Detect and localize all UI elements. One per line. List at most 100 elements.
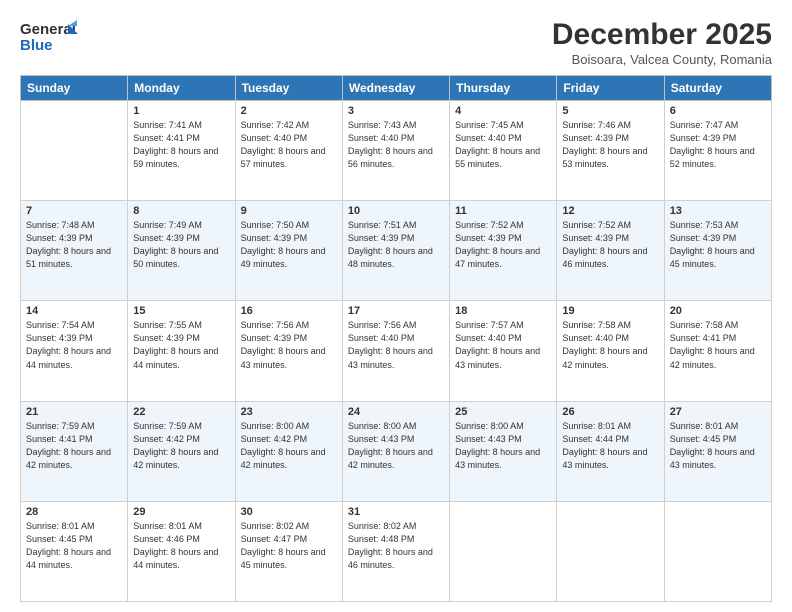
day-cell: 14 Sunrise: 7:54 AM Sunset: 4:39 PM Dayli… [21,301,128,401]
cell-info: Sunrise: 7:42 AM Sunset: 4:40 PM Dayligh… [241,119,337,171]
day-number: 24 [348,406,444,418]
day-number: 28 [26,506,122,518]
cell-info: Sunrise: 7:41 AM Sunset: 4:41 PM Dayligh… [133,119,229,171]
day-cell: 31 Sunrise: 8:02 AM Sunset: 4:48 PM Dayli… [342,501,449,601]
day-cell: 23 Sunrise: 8:00 AM Sunset: 4:42 PM Dayli… [235,401,342,501]
day-cell: 19 Sunrise: 7:58 AM Sunset: 4:40 PM Dayli… [557,301,664,401]
cell-info: Sunrise: 8:02 AM Sunset: 4:47 PM Dayligh… [241,520,337,572]
week-row-4: 21 Sunrise: 7:59 AM Sunset: 4:41 PM Dayli… [21,401,772,501]
svg-text:Blue: Blue [20,37,53,54]
cell-info: Sunrise: 7:48 AM Sunset: 4:39 PM Dayligh… [26,219,122,271]
day-cell: 11 Sunrise: 7:52 AM Sunset: 4:39 PM Dayli… [450,201,557,301]
day-number: 23 [241,406,337,418]
day-number: 18 [455,305,551,317]
cell-info: Sunrise: 7:47 AM Sunset: 4:39 PM Dayligh… [670,119,766,171]
cell-info: Sunrise: 8:02 AM Sunset: 4:48 PM Dayligh… [348,520,444,572]
logo-svg: GeneralBlue [20,18,80,54]
day-number: 6 [670,105,766,117]
day-cell: 30 Sunrise: 8:02 AM Sunset: 4:47 PM Dayli… [235,501,342,601]
cell-info: Sunrise: 7:46 AM Sunset: 4:39 PM Dayligh… [562,119,658,171]
cell-info: Sunrise: 7:56 AM Sunset: 4:40 PM Dayligh… [348,319,444,371]
day-cell [664,501,771,601]
day-number: 12 [562,205,658,217]
day-cell: 28 Sunrise: 8:01 AM Sunset: 4:45 PM Dayli… [21,501,128,601]
cell-info: Sunrise: 7:43 AM Sunset: 4:40 PM Dayligh… [348,119,444,171]
cell-info: Sunrise: 7:54 AM Sunset: 4:39 PM Dayligh… [26,319,122,371]
header-cell-wednesday: Wednesday [342,76,449,101]
day-number: 14 [26,305,122,317]
header: GeneralBlue December 2025 Boisoara, Valc… [20,18,772,67]
cell-info: Sunrise: 7:49 AM Sunset: 4:39 PM Dayligh… [133,219,229,271]
day-cell: 8Sunrise: 7:49 AM Sunset: 4:39 PM Daylig… [128,201,235,301]
header-cell-monday: Monday [128,76,235,101]
cell-info: Sunrise: 7:53 AM Sunset: 4:39 PM Dayligh… [670,219,766,271]
cell-info: Sunrise: 7:58 AM Sunset: 4:40 PM Dayligh… [562,319,658,371]
header-cell-saturday: Saturday [664,76,771,101]
day-number: 22 [133,406,229,418]
cell-info: Sunrise: 7:59 AM Sunset: 4:42 PM Dayligh… [133,420,229,472]
day-cell: 5Sunrise: 7:46 AM Sunset: 4:39 PM Daylig… [557,101,664,201]
day-number: 25 [455,406,551,418]
week-row-5: 28 Sunrise: 8:01 AM Sunset: 4:45 PM Dayli… [21,501,772,601]
calendar-table: SundayMondayTuesdayWednesdayThursdayFrid… [20,75,772,602]
day-cell: 20 Sunrise: 7:58 AM Sunset: 4:41 PM Dayli… [664,301,771,401]
day-number: 27 [670,406,766,418]
cell-info: Sunrise: 8:01 AM Sunset: 4:45 PM Dayligh… [670,420,766,472]
day-cell: 9Sunrise: 7:50 AM Sunset: 4:39 PM Daylig… [235,201,342,301]
day-cell: 27 Sunrise: 8:01 AM Sunset: 4:45 PM Dayli… [664,401,771,501]
day-cell [557,501,664,601]
day-number: 26 [562,406,658,418]
day-cell: 18 Sunrise: 7:57 AM Sunset: 4:40 PM Dayli… [450,301,557,401]
cell-info: Sunrise: 7:45 AM Sunset: 4:40 PM Dayligh… [455,119,551,171]
day-cell: 10 Sunrise: 7:51 AM Sunset: 4:39 PM Dayli… [342,201,449,301]
svg-text:General: General [20,21,76,38]
day-number: 17 [348,305,444,317]
day-cell: 21 Sunrise: 7:59 AM Sunset: 4:41 PM Dayli… [21,401,128,501]
subtitle: Boisoara, Valcea County, Romania [552,52,772,67]
day-number: 15 [133,305,229,317]
cell-info: Sunrise: 8:00 AM Sunset: 4:42 PM Dayligh… [241,420,337,472]
cell-info: Sunrise: 8:01 AM Sunset: 4:45 PM Dayligh… [26,520,122,572]
day-number: 19 [562,305,658,317]
day-cell: 12Sunrise: 7:52 AM Sunset: 4:39 PM Dayli… [557,201,664,301]
cell-info: Sunrise: 7:58 AM Sunset: 4:41 PM Dayligh… [670,319,766,371]
day-number: 29 [133,506,229,518]
cell-info: Sunrise: 7:50 AM Sunset: 4:39 PM Dayligh… [241,219,337,271]
day-number: 11 [455,205,551,217]
cell-info: Sunrise: 8:01 AM Sunset: 4:44 PM Dayligh… [562,420,658,472]
cell-info: Sunrise: 7:59 AM Sunset: 4:41 PM Dayligh… [26,420,122,472]
day-cell: 4 Sunrise: 7:45 AM Sunset: 4:40 PM Daylig… [450,101,557,201]
day-cell: 16Sunrise: 7:56 AM Sunset: 4:39 PM Dayli… [235,301,342,401]
day-cell: 13Sunrise: 7:53 AM Sunset: 4:39 PM Dayli… [664,201,771,301]
week-row-3: 14 Sunrise: 7:54 AM Sunset: 4:39 PM Dayli… [21,301,772,401]
day-cell: 7Sunrise: 7:48 AM Sunset: 4:39 PM Daylig… [21,201,128,301]
day-number: 20 [670,305,766,317]
day-cell: 1Sunrise: 7:41 AM Sunset: 4:41 PM Daylig… [128,101,235,201]
cell-info: Sunrise: 7:51 AM Sunset: 4:39 PM Dayligh… [348,219,444,271]
cell-info: Sunrise: 7:56 AM Sunset: 4:39 PM Dayligh… [241,319,337,371]
day-number: 10 [348,205,444,217]
day-cell: 24Sunrise: 8:00 AM Sunset: 4:43 PM Dayli… [342,401,449,501]
day-cell: 3 Sunrise: 7:43 AM Sunset: 4:40 PM Daylig… [342,101,449,201]
day-cell: 17 Sunrise: 7:56 AM Sunset: 4:40 PM Dayli… [342,301,449,401]
week-row-2: 7Sunrise: 7:48 AM Sunset: 4:39 PM Daylig… [21,201,772,301]
cell-info: Sunrise: 7:57 AM Sunset: 4:40 PM Dayligh… [455,319,551,371]
cell-info: Sunrise: 7:52 AM Sunset: 4:39 PM Dayligh… [455,219,551,271]
day-number: 2 [241,105,337,117]
header-cell-friday: Friday [557,76,664,101]
month-title: December 2025 [552,18,772,52]
day-cell: 6 Sunrise: 7:47 AM Sunset: 4:39 PM Daylig… [664,101,771,201]
page: GeneralBlue December 2025 Boisoara, Valc… [0,0,792,612]
day-number: 31 [348,506,444,518]
day-number: 4 [455,105,551,117]
day-cell: 26 Sunrise: 8:01 AM Sunset: 4:44 PM Dayli… [557,401,664,501]
logo: GeneralBlue [20,18,80,54]
day-number: 21 [26,406,122,418]
day-cell: 22 Sunrise: 7:59 AM Sunset: 4:42 PM Dayli… [128,401,235,501]
day-number: 30 [241,506,337,518]
day-cell: 15Sunrise: 7:55 AM Sunset: 4:39 PM Dayli… [128,301,235,401]
day-number: 3 [348,105,444,117]
day-cell [21,101,128,201]
calendar-body: 1Sunrise: 7:41 AM Sunset: 4:41 PM Daylig… [21,101,772,602]
week-row-1: 1Sunrise: 7:41 AM Sunset: 4:41 PM Daylig… [21,101,772,201]
